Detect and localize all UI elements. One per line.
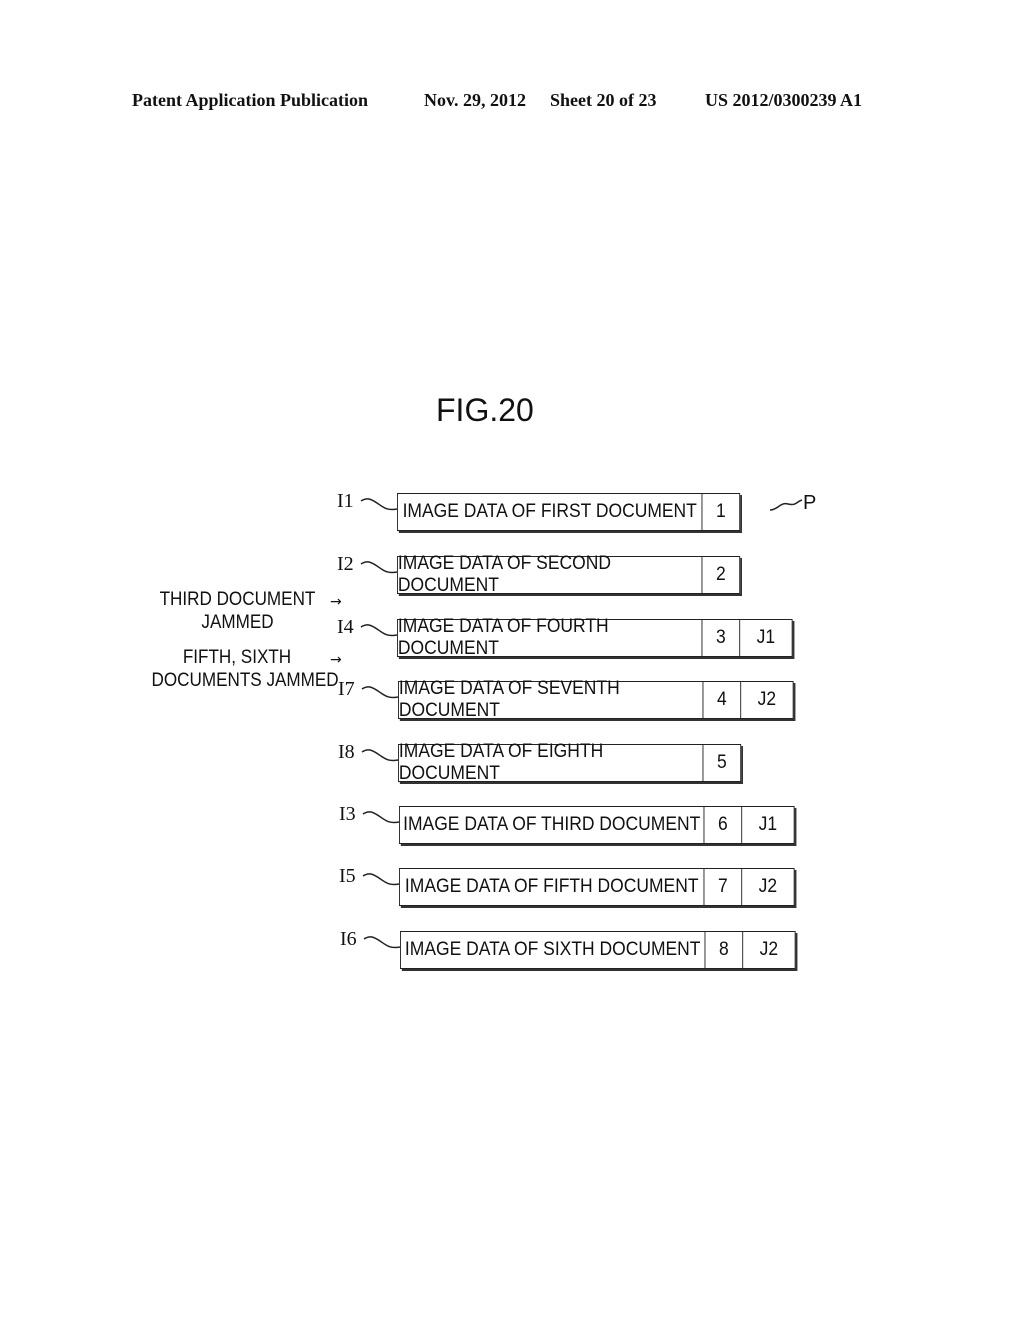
record-jam-flag: J1 bbox=[756, 627, 776, 648]
record-jam-flag: J1 bbox=[758, 814, 778, 835]
image-data-record: IMAGE DATA OF SECOND DOCUMENT 2 bbox=[397, 553, 741, 596]
record-description: IMAGE DATA OF SIXTH DOCUMENT bbox=[401, 932, 706, 968]
image-data-record: IMAGE DATA OF FIRST DOCUMENT 1 bbox=[397, 493, 741, 531]
record-sequence-number: 6 bbox=[704, 807, 743, 843]
pointer-label: P bbox=[803, 492, 817, 514]
sheet-number: Sheet 20 of 23 bbox=[550, 90, 657, 110]
record-sequence-number: 5 bbox=[716, 752, 727, 773]
publication-label: Patent Application Publication bbox=[132, 90, 369, 110]
reference-label: I1 bbox=[337, 490, 354, 512]
note-line: FIFTH, SIXTH bbox=[182, 647, 292, 668]
arrow-icon: → bbox=[330, 652, 342, 668]
leader-line bbox=[360, 624, 398, 637]
reference-label: I8 bbox=[338, 741, 355, 763]
record-description: IMAGE DATA OF FIFTH DOCUMENT bbox=[400, 869, 705, 905]
note-third-jammed: THIRD DOCUMENT JAMMED bbox=[159, 588, 317, 634]
record-sequence-number: 3 bbox=[702, 620, 741, 656]
leader-line bbox=[363, 936, 401, 949]
record-sequence-number: 2 bbox=[715, 564, 726, 585]
image-data-record: IMAGE DATA OF THIRD DOCUMENT 6 J1 bbox=[399, 806, 795, 844]
record-sequence-number: 1 bbox=[715, 501, 726, 522]
image-data-record: IMAGE DATA OF FOURTH DOCUMENT 3 J1 bbox=[397, 616, 793, 659]
note-fifth-sixth-jammed: FIFTH, SIXTH DOCUMENTS JAMMED bbox=[151, 646, 339, 692]
leader-line bbox=[360, 561, 398, 574]
reference-label: I2 bbox=[337, 553, 354, 575]
publication-date: Nov. 29, 2012 bbox=[424, 90, 527, 110]
record-jam-flag: J2 bbox=[757, 689, 777, 710]
reference-label: I3 bbox=[339, 803, 356, 825]
image-data-record: IMAGE DATA OF SIXTH DOCUMENT 8 J2 bbox=[400, 931, 796, 969]
image-data-record: IMAGE DATA OF EIGHTH DOCUMENT 5 bbox=[398, 741, 742, 784]
record-sequence-number: 4 bbox=[703, 682, 742, 718]
record-jam-flag: J2 bbox=[759, 939, 779, 960]
reference-label: I4 bbox=[337, 616, 354, 638]
record-jam-flag: J2 bbox=[758, 876, 778, 897]
reference-label: I7 bbox=[338, 678, 355, 700]
leader-line bbox=[361, 686, 399, 699]
record-sequence-number: 8 bbox=[705, 932, 744, 968]
record-sequence-number: 7 bbox=[704, 869, 743, 905]
patent-number: US 2012/0300239 A1 bbox=[705, 90, 863, 110]
reference-label: I6 bbox=[340, 928, 357, 950]
leader-line bbox=[362, 873, 400, 886]
record-description: IMAGE DATA OF EIGHTH DOCUMENT bbox=[399, 741, 704, 784]
record-description: IMAGE DATA OF FIRST DOCUMENT bbox=[398, 494, 703, 530]
record-description: IMAGE DATA OF SEVENTH DOCUMENT bbox=[399, 678, 704, 721]
leader-line bbox=[360, 498, 398, 511]
note-line: THIRD DOCUMENT bbox=[159, 589, 316, 610]
leader-line bbox=[362, 811, 400, 824]
image-data-record: IMAGE DATA OF FIFTH DOCUMENT 7 J2 bbox=[399, 868, 795, 906]
arrow-icon: → bbox=[330, 594, 342, 610]
note-line: DOCUMENTS JAMMED bbox=[151, 670, 339, 691]
leader-line bbox=[361, 749, 399, 762]
record-description: IMAGE DATA OF THIRD DOCUMENT bbox=[400, 807, 705, 843]
figure-title: FIG.20 bbox=[436, 392, 534, 428]
pointer-leader-line bbox=[769, 499, 803, 511]
record-description: IMAGE DATA OF SECOND DOCUMENT bbox=[398, 553, 703, 596]
image-data-record: IMAGE DATA OF SEVENTH DOCUMENT 4 J2 bbox=[398, 678, 794, 721]
reference-label: I5 bbox=[339, 865, 356, 887]
note-line: JAMMED bbox=[201, 612, 274, 633]
record-description: IMAGE DATA OF FOURTH DOCUMENT bbox=[398, 616, 703, 659]
